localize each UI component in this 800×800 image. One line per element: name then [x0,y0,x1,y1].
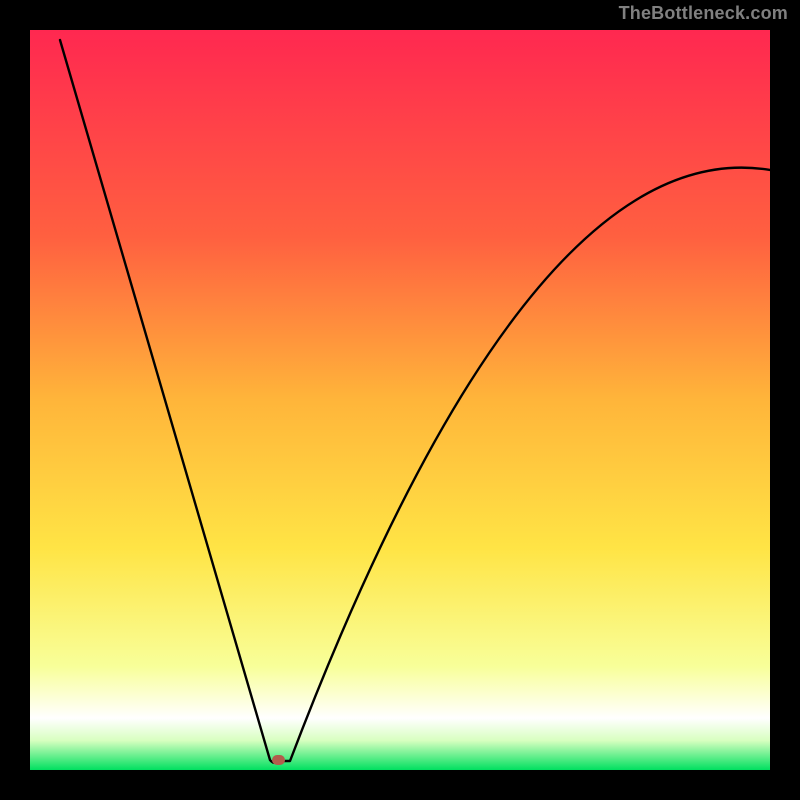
chart-frame: TheBottleneck.com [0,0,800,800]
bottleneck-plot [30,30,770,770]
gradient-background [30,30,770,770]
optimal-point-marker [272,755,285,765]
watermark-text: TheBottleneck.com [619,3,788,24]
